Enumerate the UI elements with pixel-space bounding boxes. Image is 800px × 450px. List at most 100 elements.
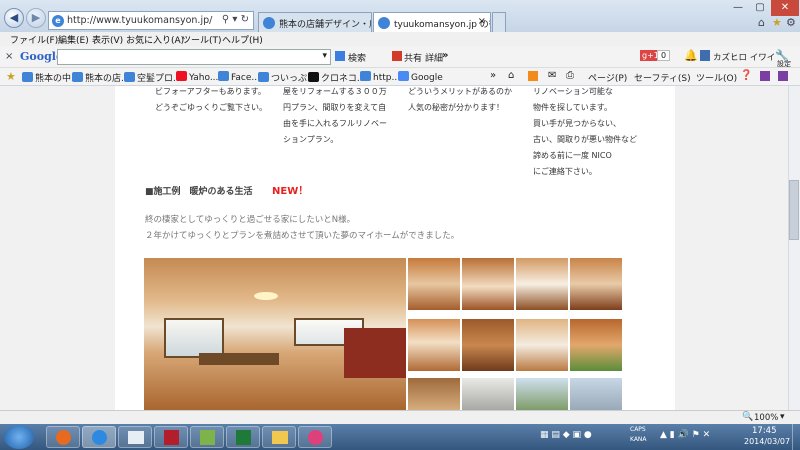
google-search-icon[interactable] [335, 51, 345, 61]
google-icon [398, 71, 409, 81]
taskbar-ie-icon[interactable] [82, 426, 116, 448]
browser-titlebar: ◀ ▶ e http://www.tyuukomansyon.jp/ ⚲ ▾ ↻… [0, 0, 800, 32]
gear-icon[interactable]: ⚙ [786, 16, 796, 29]
fav-item[interactable]: 空髪プロ... [124, 71, 182, 84]
taskbar-flower-icon[interactable] [298, 426, 332, 448]
page-body: ビフォーアフターもあります。 どうぞごゆっくりご覧下さい。 屋をリフォームする３… [115, 86, 675, 410]
taskbar-folder-icon[interactable] [262, 426, 296, 448]
fav-item[interactable]: 熊本の中... [22, 71, 80, 84]
favorites-bar: ★ 熊本の中... 熊本の店... 空髪プロ... Yaho... Face..… [0, 68, 800, 86]
yahoo-icon [176, 71, 187, 81]
avatar[interactable] [700, 50, 710, 61]
show-desktop-button[interactable] [792, 424, 800, 450]
fav-item[interactable]: 熊本の店... [72, 71, 130, 84]
user-name[interactable]: カズヒロ イワイ [713, 51, 775, 63]
thumbnail-photo[interactable] [516, 258, 568, 310]
fav-item[interactable]: クロネコ... [308, 71, 365, 84]
help-icon[interactable]: ❓ [740, 70, 752, 81]
rss-icon[interactable] [528, 71, 538, 81]
thumbnail-photo[interactable] [408, 319, 460, 371]
close-tab-icon[interactable]: × [478, 16, 486, 27]
search-refresh-icons[interactable]: ⚲ ▾ ↻ [222, 14, 249, 25]
mail-icon[interactable]: ✉ [548, 70, 556, 81]
menu-help[interactable]: ヘルプ(H) [222, 33, 263, 46]
google-search-button[interactable]: 検索 [348, 51, 366, 64]
fav-item[interactable]: http... [360, 71, 400, 83]
taskbar-window-icon[interactable] [118, 426, 152, 448]
back-button[interactable]: ◀ [4, 8, 24, 28]
tab-favicon [263, 17, 275, 29]
minimize-button[interactable]: — [727, 0, 749, 16]
safety-menu[interactable]: セーフティ(S) [634, 71, 691, 84]
chevron-down-icon[interactable]: ▾ [780, 412, 785, 422]
address-bar[interactable]: e http://www.tyuukomansyon.jp/ ⚲ ▾ ↻ [48, 11, 254, 30]
col1-line: どうぞごゆっくりご覧下さい。 [155, 103, 267, 112]
description-line: ２年かけてゆっくりとプランを煮詰めさせて頂いた夢のマイホームができました。 [145, 231, 460, 241]
fav-item[interactable]: ついっぷ... [258, 71, 316, 84]
taskbar-excel-icon[interactable] [226, 426, 260, 448]
col2-line: 円プラン、間取りを変えて自 [283, 103, 387, 112]
thumbnail-photo[interactable] [462, 258, 514, 310]
menu-view[interactable]: 表示(V) [92, 33, 123, 46]
thumbnail-photo[interactable] [570, 378, 622, 410]
onenote-icon[interactable] [778, 71, 788, 81]
tools-menu[interactable]: ツール(O) [696, 71, 737, 84]
tray-icons[interactable]: ▦ ▤ ◆ ▣ ● [540, 430, 592, 440]
window-decor [164, 318, 224, 358]
address-input[interactable]: http://www.tyuukomansyon.jp/ [67, 15, 212, 26]
taskbar-pen-icon[interactable] [190, 426, 224, 448]
favorites-star-icon[interactable]: ★ [6, 70, 16, 83]
thumbnail-photo[interactable] [408, 378, 460, 410]
main-living-room-photo[interactable] [144, 258, 406, 410]
onenote-icon[interactable] [760, 71, 770, 81]
menu-favorites[interactable]: お気に入り(A) [126, 33, 184, 46]
close-toolbar-icon[interactable]: × [5, 51, 13, 62]
menu-file[interactable]: ファイル(F) [10, 33, 58, 46]
more-favorites-icon[interactable]: » [490, 70, 496, 81]
home-icon[interactable]: ⌂ [758, 16, 765, 29]
print-icon[interactable]: ⎙ [566, 70, 574, 81]
close-window-button[interactable]: ✕ [771, 0, 799, 16]
thumbnail-photo[interactable] [570, 258, 622, 310]
page-menu[interactable]: ページ(P) [588, 71, 627, 84]
tab-shop-design[interactable]: 熊本の店舗デザイン・店舗設... [258, 12, 372, 32]
chevron-down-icon: ▾ [322, 51, 327, 61]
col4-line: 物件を探しています。 [533, 103, 612, 112]
new-tab-button[interactable] [492, 12, 506, 32]
thumbnail-photo[interactable] [570, 319, 622, 371]
menu-edit[interactable]: 編集(E) [58, 33, 89, 46]
clock-time[interactable]: 17:45 [752, 426, 777, 436]
page-icon [22, 72, 33, 82]
favorites-star-icon[interactable]: ★ [772, 16, 782, 29]
menu-tools[interactable]: ツール(T) [182, 33, 222, 46]
thumbnail-photo[interactable] [462, 378, 514, 410]
home-icon[interactable]: ⌂ [508, 70, 514, 81]
vertical-scrollbar[interactable] [788, 86, 800, 410]
caps-indicator: CAPS [630, 426, 646, 433]
zoom-level[interactable]: 100% [754, 413, 778, 423]
col4-line: 諦める前に一度 NICO [533, 151, 612, 160]
fav-item[interactable]: Face... [218, 71, 260, 83]
tray-system-icons[interactable]: ▲ ▮ 🔊 ⚑ ✕ [660, 430, 710, 440]
thumbnail-photo[interactable] [462, 319, 514, 371]
share-button[interactable]: 共有 [404, 51, 422, 64]
bell-icon[interactable]: 🔔 [684, 49, 698, 62]
thumbnail-photo[interactable] [516, 378, 568, 410]
taskbar-acrobat-icon[interactable] [154, 426, 188, 448]
maximize-button[interactable]: ▢ [749, 0, 771, 16]
clock-date[interactable]: 2014/03/07 [744, 437, 790, 446]
scrollbar-thumb[interactable] [789, 180, 799, 240]
thumbnail-photo[interactable] [516, 319, 568, 371]
menu-bar: ファイル(F) 編集(E) 表示(V) お気に入り(A) ツール(T) ヘルプ(… [0, 32, 800, 46]
more-button[interactable]: 詳細 [425, 51, 443, 64]
tab-tyuukomansyon[interactable]: tyuukomansyon.jp の待... × [373, 12, 491, 32]
fav-item[interactable]: Yaho... [176, 71, 218, 83]
fav-item[interactable]: Google [398, 71, 443, 83]
more-arrows[interactable]: » [442, 50, 448, 61]
thumbnail-photo[interactable] [408, 258, 460, 310]
google-search-input[interactable]: ▾ [57, 49, 331, 65]
red-cabinet-decor [344, 328, 406, 378]
start-button[interactable] [4, 425, 34, 449]
taskbar-firefox-icon[interactable] [46, 426, 80, 448]
forward-button[interactable]: ▶ [26, 8, 46, 28]
